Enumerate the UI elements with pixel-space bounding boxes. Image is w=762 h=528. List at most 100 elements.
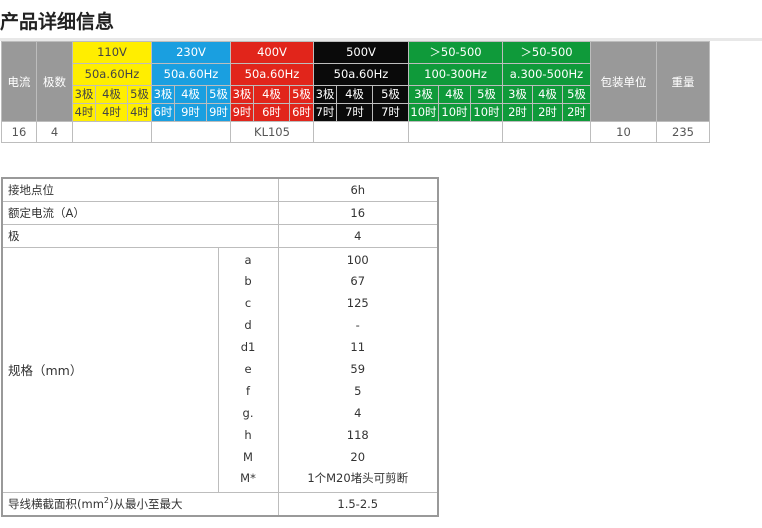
dimension-key: h (244, 427, 252, 442)
freq-230v: 50a.60Hz (151, 63, 231, 86)
hour-cell: 9时 (206, 103, 231, 122)
dimension-keys: a b c d d1 e f g. h M M* (217, 246, 279, 494)
dimension-key: d1 (240, 340, 256, 355)
dimension-values: 100 67 125 - 11 59 5 4 118 20 1个M20堵头可剪断 (277, 246, 439, 494)
hour-cell: 6时 (253, 103, 290, 122)
voltage-table: 电流 极数 110V 230V 400V 500V ＞50-500 ＞50-50… (1, 41, 710, 143)
current-value: 16 (1, 121, 37, 143)
pole-cell: 3极 (151, 85, 175, 104)
freq-500v: 50a.60Hz (313, 63, 409, 86)
dimension-value: 125 (346, 296, 369, 311)
rated-current-value: 16 (277, 200, 439, 225)
model-value: KL105 (230, 121, 314, 143)
hour-cell: 4时 (127, 103, 152, 122)
poles-label: 极 (1, 223, 279, 248)
weight-value: 235 (656, 121, 710, 143)
pole-cell: 5极 (372, 85, 409, 104)
ground-label: 接地点位 (1, 177, 279, 202)
cross-section-label-post: )从最小至最大 (108, 497, 183, 512)
freq-50-500-b: a.300-500Hz (502, 63, 591, 86)
hour-cell: 7时 (336, 103, 373, 122)
dimension-value: 11 (350, 340, 366, 355)
hour-cell: 7时 (313, 103, 337, 122)
table-row: 16 4 KL105 10 235 (1, 121, 710, 143)
dimension-value: 1个M20堵头可剪断 (307, 471, 409, 486)
dimension-key: a (244, 252, 252, 267)
voltage-110v: 110V (72, 41, 152, 64)
packing-header: 包装单位 (590, 41, 657, 122)
current-header: 电流 (1, 41, 37, 122)
dimension-value: 5 (354, 383, 362, 398)
dimension-key: f (245, 383, 251, 398)
pole-cell: 5极 (289, 85, 314, 104)
cross-section-label: 导线横截面积(mm2)从最小至最大 (1, 492, 279, 517)
hour-cell: 6时 (151, 103, 175, 122)
empty-cell (408, 121, 503, 143)
poles-value: 4 (36, 121, 73, 143)
voltage-500v: 500V (313, 41, 409, 64)
pole-cell: 4极 (532, 85, 563, 104)
ground-value: 6h (277, 177, 439, 202)
freq-110v: 50a.60Hz (72, 63, 152, 86)
empty-cell (72, 121, 152, 143)
weight-header: 重量 (656, 41, 710, 122)
pole-cell: 4极 (253, 85, 290, 104)
dimension-key: M (243, 449, 253, 464)
dimension-value: - (355, 318, 360, 333)
voltage-50-500-b: ＞50-500 (502, 41, 591, 64)
pole-cell: 4极 (95, 85, 128, 104)
pole-cell: 5极 (127, 85, 152, 104)
pole-cell: 4极 (438, 85, 471, 104)
freq-50-500-a: 100-300Hz (408, 63, 503, 86)
dimension-key: e (244, 361, 252, 376)
hour-cell: 6时 (289, 103, 314, 122)
freq-400v: 50a.60Hz (230, 63, 314, 86)
pole-cell: 4极 (336, 85, 373, 104)
hour-cell: 10时 (470, 103, 503, 122)
dimension-value: 67 (350, 274, 366, 289)
dimension-key: d (244, 318, 252, 333)
page-title: 产品详细信息 (0, 11, 115, 33)
dimension-value: 118 (346, 427, 369, 442)
voltage-400v: 400V (230, 41, 314, 64)
pole-cell: 3极 (408, 85, 439, 104)
empty-cell (502, 121, 591, 143)
dimension-value: 20 (350, 449, 366, 464)
hour-cell: 10时 (408, 103, 439, 122)
dimension-value: 4 (354, 405, 362, 420)
dimension-value: 100 (346, 252, 369, 267)
poles-value: 4 (277, 223, 439, 248)
pole-cell: 4极 (174, 85, 207, 104)
dimension-key: g. (242, 405, 254, 420)
dimension-value: 59 (350, 361, 366, 376)
poles-header: 极数 (36, 41, 73, 122)
empty-cell (313, 121, 409, 143)
hour-cell: 7时 (372, 103, 409, 122)
hour-cell: 4时 (72, 103, 96, 122)
cross-section-label-pre: 导线横截面积(mm (8, 497, 104, 512)
hour-cell: 2时 (532, 103, 563, 122)
hour-cell: 9时 (230, 103, 254, 122)
pole-cell: 5极 (562, 85, 591, 104)
voltage-50-500-a: ＞50-500 (408, 41, 503, 64)
pole-cell: 3极 (230, 85, 254, 104)
spec-table: 接地点位 6h 额定电流（A） 16 极 4 规格（mm） a b c d d1… (1, 177, 439, 517)
rated-current-label: 额定电流（A） (1, 200, 279, 225)
hour-cell: 2时 (562, 103, 591, 122)
voltage-230v: 230V (151, 41, 231, 64)
pole-cell: 5极 (206, 85, 231, 104)
dimension-key: c (244, 296, 252, 311)
hour-cell: 4时 (95, 103, 128, 122)
hour-cell: 2时 (502, 103, 533, 122)
pole-cell: 3极 (313, 85, 337, 104)
empty-cell (151, 121, 231, 143)
dimensions-label: 规格（mm） (1, 246, 219, 494)
hour-cell: 10时 (438, 103, 471, 122)
packing-value: 10 (590, 121, 657, 143)
dimension-key: b (244, 274, 252, 289)
hour-cell: 9时 (174, 103, 207, 122)
dimension-key: M* (240, 471, 256, 486)
pole-cell: 5极 (470, 85, 503, 104)
pole-cell: 3极 (502, 85, 533, 104)
pole-cell: 3极 (72, 85, 96, 104)
